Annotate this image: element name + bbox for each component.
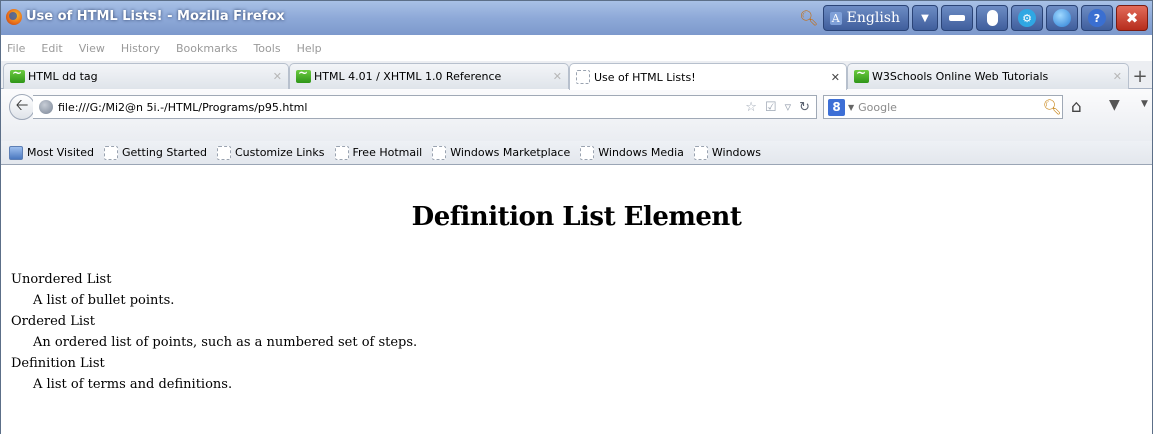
site-identity-icon[interactable]: [39, 100, 53, 114]
search-input[interactable]: Google: [858, 101, 1042, 114]
address-bar[interactable]: file:///G:/Mi2@n 5i.-/HTML/Programs/p95.…: [33, 95, 817, 119]
new-tab-button[interactable]: +: [1128, 63, 1152, 89]
w3schools-favicon-icon: [10, 66, 25, 83]
google-engine-icon[interactable]: 8: [828, 98, 845, 116]
bookmark-label: Windows Marketplace: [450, 146, 571, 159]
w3schools-favicon-icon: [854, 66, 869, 83]
minimize-icon: [949, 15, 965, 21]
navigation-bar: 🡠 file:///G:/Mi2@n 5i.-/HTML/Programs/p9…: [1, 89, 1152, 144]
help-icon: ?: [1088, 9, 1106, 27]
browser-window: Use of HTML Lists! - Mozilla Firefox 🔍︎ …: [0, 0, 1153, 434]
pocket-icon[interactable]: ☑: [765, 100, 777, 115]
menu-bar: File Edit View History Bookmarks Tools H…: [1, 35, 1152, 61]
menu-view[interactable]: View: [79, 42, 105, 55]
back-arrow-icon: 🡠: [15, 94, 29, 114]
bookmark-customize-links[interactable]: Customize Links: [217, 145, 325, 160]
menu-bookmarks[interactable]: Bookmarks: [176, 42, 237, 55]
tab-html-reference[interactable]: HTML 4.01 / XHTML 1.0 Reference ✕: [289, 63, 569, 89]
plus-icon: +: [1132, 65, 1148, 87]
url-text: file:///G:/Mi2@n 5i.-/HTML/Programs/p95.…: [58, 100, 308, 114]
search-icon[interactable]: 🔍︎: [1042, 98, 1062, 116]
page-icon: [580, 145, 595, 160]
help-button[interactable]: ?: [1081, 5, 1113, 31]
w3schools-favicon-icon: [296, 66, 311, 83]
reload-icon[interactable]: ↻: [799, 100, 810, 115]
close-icon[interactable]: ✕: [553, 70, 562, 83]
close-icon: ✖: [1125, 9, 1139, 27]
pocket-icon[interactable]: ▼: [1109, 97, 1120, 113]
translate-icon: A: [829, 11, 842, 25]
globe-button[interactable]: [1046, 5, 1078, 31]
tab-html-dd-tag[interactable]: HTML dd tag ✕: [3, 63, 289, 89]
definition-list: Unordered List A list of bullet points. …: [11, 269, 417, 395]
bookmark-label: Windows: [711, 146, 761, 159]
definition-term: Ordered List: [11, 314, 95, 329]
tab-label: HTML 4.01 / XHTML 1.0 Reference: [314, 70, 502, 83]
tab-strip: HTML dd tag ✕ HTML 4.01 / XHTML 1.0 Refe…: [1, 61, 1152, 90]
definition-term: Unordered List: [11, 272, 112, 287]
definition-term: Definition List: [11, 356, 105, 371]
close-icon[interactable]: ✕: [1113, 70, 1122, 83]
bookmark-label: Customize Links: [235, 146, 325, 159]
definition-description: An ordered list of points, such as a num…: [33, 335, 418, 350]
minimize-button[interactable]: [941, 5, 973, 31]
language-label: English: [846, 10, 900, 26]
bookmark-windows-media[interactable]: Windows Media: [580, 145, 684, 160]
menu-file[interactable]: File: [7, 42, 25, 55]
address-bar-icons: ☆ ☑ ▿ ↻: [745, 100, 816, 115]
gear-icon: ⚙: [1018, 9, 1036, 27]
bookmark-getting-started[interactable]: Getting Started: [103, 145, 207, 160]
chevron-down-icon[interactable]: ▼: [848, 103, 854, 112]
tab-use-of-html-lists[interactable]: Use of HTML Lists! ✕: [569, 63, 847, 90]
bookmark-label: Windows Media: [598, 146, 684, 159]
close-button[interactable]: ✖: [1116, 5, 1148, 31]
back-button[interactable]: 🡠: [9, 94, 35, 120]
bookmark-free-hotmail[interactable]: Free Hotmail: [334, 145, 423, 160]
language-selector[interactable]: A English: [822, 5, 909, 31]
bookmark-most-visited[interactable]: Most Visited: [9, 145, 94, 160]
search-icon[interactable]: 🔍︎: [798, 5, 820, 31]
chevron-down-icon[interactable]: ▿: [785, 100, 792, 115]
definition-description: A list of terms and definitions.: [33, 377, 233, 392]
close-icon[interactable]: ✕: [831, 71, 840, 84]
tab-w3schools[interactable]: W3Schools Online Web Tutorials ✕: [847, 63, 1129, 89]
definition-description: A list of bullet points.: [33, 293, 175, 308]
bookmark-windows[interactable]: Windows: [693, 145, 761, 160]
menu-edit[interactable]: Edit: [41, 42, 62, 55]
chevron-down-icon[interactable]: ▼: [912, 5, 938, 31]
most-visited-icon: [9, 145, 23, 160]
search-bar[interactable]: 8 ▼ Google 🔍︎: [823, 95, 1063, 119]
page-heading: Definition List Element: [411, 202, 742, 232]
chevron-down-icon[interactable]: ▼: [1141, 99, 1148, 109]
mouse-icon: [986, 10, 998, 26]
menu-tools[interactable]: Tools: [253, 42, 280, 55]
title-bar-controls: 🔍︎ A English ▼ ⚙ ? ✖: [798, 4, 1148, 32]
page-icon: [103, 145, 118, 160]
tab-label: HTML dd tag: [28, 70, 98, 83]
bookmark-label: Getting Started: [121, 146, 207, 159]
page-content: Definition List Element Unordered List A…: [1, 166, 1152, 434]
bookmark-label: Free Hotmail: [352, 146, 423, 159]
globe-icon: [1053, 9, 1071, 27]
menu-history[interactable]: History: [121, 42, 160, 55]
bookmark-windows-marketplace[interactable]: Windows Marketplace: [432, 145, 571, 160]
bookmarks-bar: Most Visited Getting Started Customize L…: [1, 141, 1152, 165]
firefox-logo-icon: [6, 9, 22, 25]
menu-help[interactable]: Help: [297, 42, 322, 55]
title-bar: Use of HTML Lists! - Mozilla Firefox 🔍︎ …: [1, 1, 1152, 35]
page-icon: [693, 145, 708, 160]
page-icon: [432, 145, 447, 160]
close-icon[interactable]: ✕: [273, 70, 282, 83]
bookmark-label: Most Visited: [27, 146, 94, 159]
tab-label: W3Schools Online Web Tutorials: [872, 70, 1049, 83]
tab-label: Use of HTML Lists!: [594, 70, 696, 84]
page-icon: [334, 145, 349, 160]
settings-button[interactable]: ⚙: [1011, 5, 1043, 31]
page-icon: [217, 145, 231, 160]
home-icon[interactable]: ⌂: [1071, 97, 1082, 117]
mouse-button[interactable]: [976, 5, 1008, 31]
star-icon[interactable]: ☆: [745, 100, 757, 115]
page-icon: [576, 70, 590, 84]
window-title: Use of HTML Lists! - Mozilla Firefox: [26, 9, 285, 24]
